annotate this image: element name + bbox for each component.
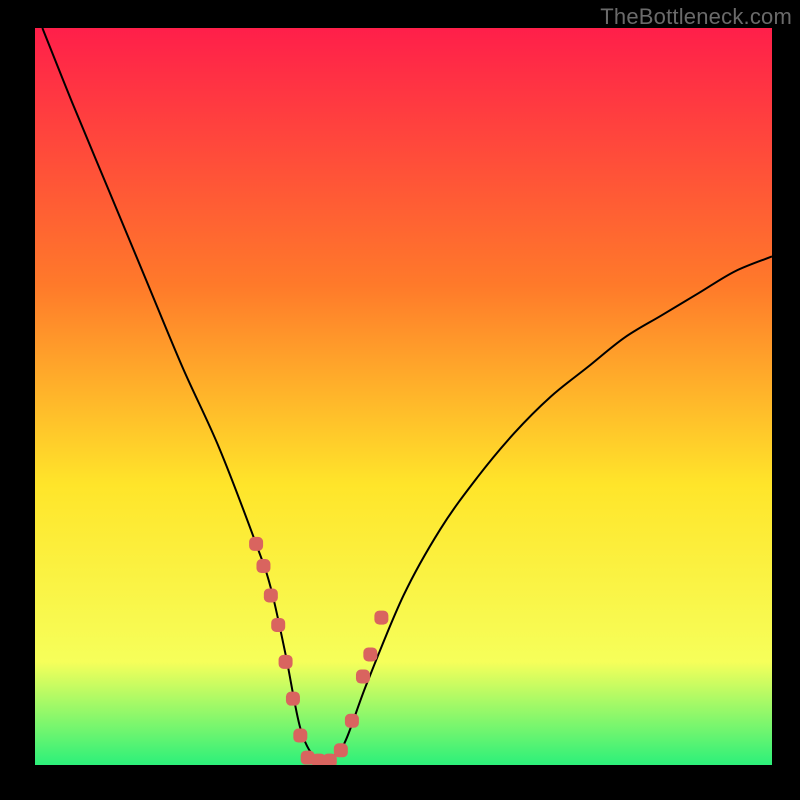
curve-marker bbox=[271, 618, 285, 632]
curve-marker bbox=[264, 588, 278, 602]
curve-marker bbox=[249, 537, 263, 551]
curve-marker bbox=[256, 559, 270, 573]
curve-marker bbox=[323, 754, 337, 765]
curve-marker bbox=[286, 692, 300, 706]
plot-svg bbox=[35, 28, 772, 765]
curve-marker bbox=[363, 647, 377, 661]
curve-marker bbox=[279, 655, 293, 669]
plot-area bbox=[35, 28, 772, 765]
curve-marker bbox=[334, 743, 348, 757]
curve-marker bbox=[374, 611, 388, 625]
curve-marker bbox=[345, 714, 359, 728]
chart-frame: TheBottleneck.com bbox=[0, 0, 800, 800]
gradient-background bbox=[35, 28, 772, 765]
curve-marker bbox=[293, 729, 307, 743]
watermark-text: TheBottleneck.com bbox=[600, 4, 792, 30]
curve-marker bbox=[356, 670, 370, 684]
